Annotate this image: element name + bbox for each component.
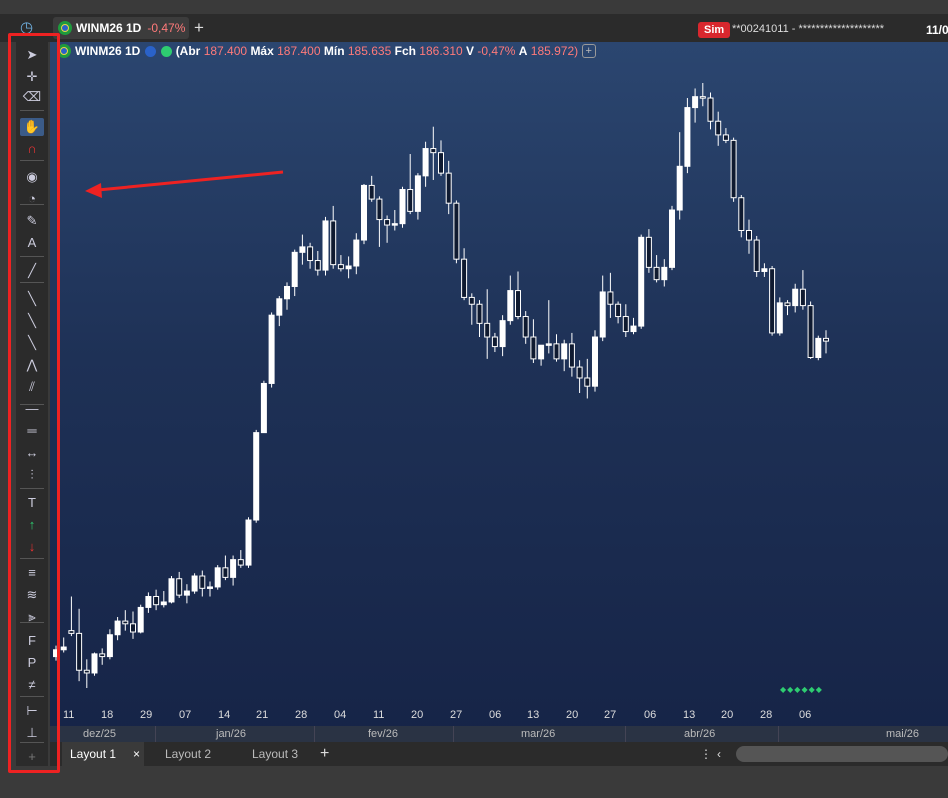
- annotation-arrow: [85, 170, 284, 198]
